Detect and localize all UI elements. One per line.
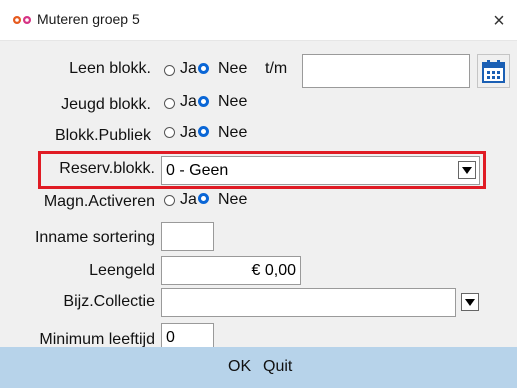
footer-bar: OK Quit xyxy=(0,347,517,388)
blokk-publiek-ja-radio[interactable] xyxy=(164,127,175,138)
leengeld-label: Leengeld xyxy=(89,262,155,279)
magn-activeren-nee-label: Nee xyxy=(218,191,248,208)
blokk-publiek-ja-label: Ja xyxy=(180,124,197,141)
jeugd-blokk-ja-radio[interactable] xyxy=(164,98,175,109)
magn-activeren-ja-label: Ja xyxy=(180,191,197,208)
inname-sortering-input[interactable] xyxy=(161,222,214,251)
leengeld-input[interactable]: € 0,00 xyxy=(161,256,301,285)
ok-button[interactable]: OK xyxy=(228,358,251,376)
quit-button[interactable]: Quit xyxy=(263,358,292,376)
highlight-box xyxy=(38,151,486,189)
jeugd-blokk-nee-radio[interactable] xyxy=(198,96,209,107)
magn-activeren-nee-radio[interactable] xyxy=(198,193,209,204)
title-bar: Muteren groep 5 × xyxy=(0,0,517,41)
blokk-publiek-nee-label: Nee xyxy=(218,124,248,141)
calendar-icon xyxy=(482,60,505,83)
jeugd-blokk-label: Jeugd blokk. xyxy=(61,96,151,113)
tm-label: t/m xyxy=(265,60,288,77)
blokk-publiek-nee-radio[interactable] xyxy=(198,126,209,137)
glasses-icon xyxy=(13,16,31,24)
bijz-collectie-select[interactable] xyxy=(161,288,456,317)
inname-sortering-label: Inname sortering xyxy=(34,229,155,246)
magn-activeren-ja-radio[interactable] xyxy=(164,195,175,206)
close-button[interactable]: × xyxy=(484,6,514,36)
leen-blokk-label: Leen blokk. xyxy=(69,60,151,77)
leen-blokk-ja-label: Ja xyxy=(180,60,197,77)
leen-blokk-nee-radio[interactable] xyxy=(198,63,209,74)
leen-blokk-nee-label: Nee xyxy=(218,60,248,77)
leen-blokk-date-input[interactable] xyxy=(302,54,470,88)
leen-blokk-ja-radio[interactable] xyxy=(164,65,175,76)
calendar-button[interactable] xyxy=(477,54,510,88)
bijz-collectie-label: Bijz.Collectie xyxy=(63,293,155,310)
bijz-collectie-dropdown-arrow-icon[interactable] xyxy=(461,293,479,311)
jeugd-blokk-nee-label: Nee xyxy=(218,93,248,110)
jeugd-blokk-ja-label: Ja xyxy=(180,93,197,110)
window-title: Muteren groep 5 xyxy=(37,11,140,27)
blokk-publiek-label: Blokk.Publiek xyxy=(54,127,151,144)
magn-activeren-label: Magn.Activeren xyxy=(43,193,155,210)
